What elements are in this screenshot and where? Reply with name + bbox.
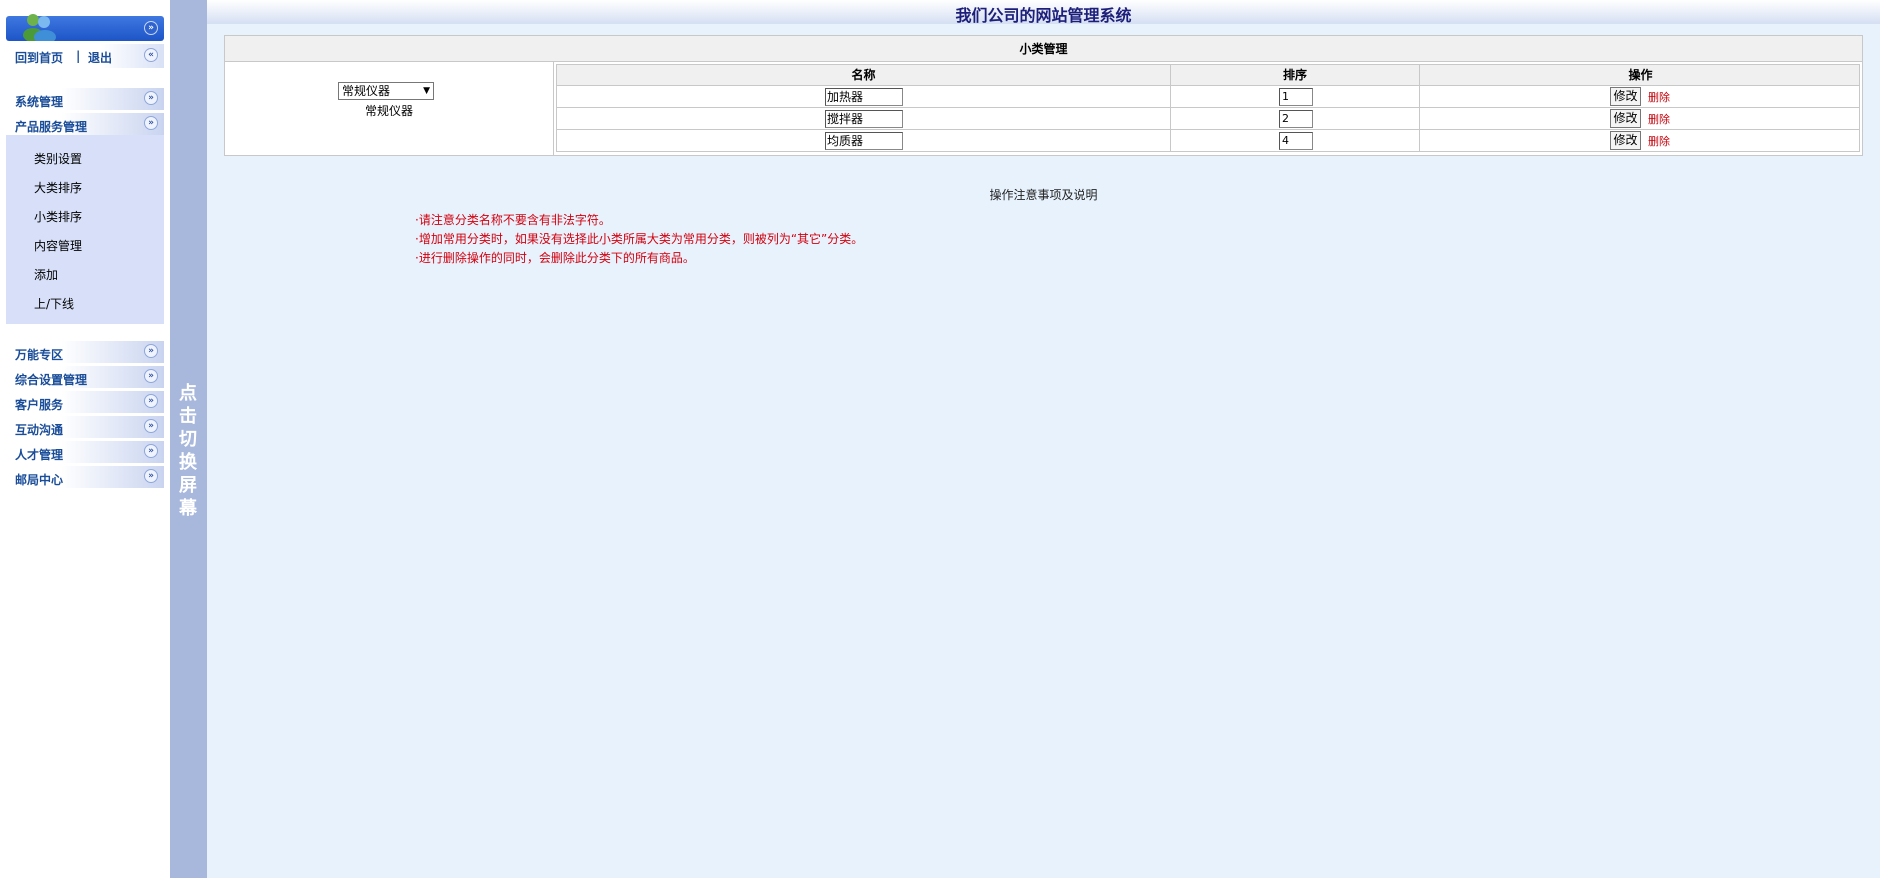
submenu-item[interactable]: 添加	[34, 266, 58, 283]
menu-section-label: 系统管理	[15, 95, 64, 109]
submenu-item[interactable]: 小类排序	[34, 208, 82, 225]
users-logo-icon	[23, 14, 56, 41]
menu-section-products[interactable]: 产品服务管理 »	[6, 113, 164, 135]
menu-section-universal[interactable]: 万能专区 »	[6, 341, 164, 363]
order-cell: 4	[1171, 130, 1420, 151]
subcategory-panel: 小类管理 常规仪器 ▼ 常规仪器 名称 排序 操作 加热器 1 修改 删除 搅拌…	[224, 35, 1863, 156]
menu-section-interaction[interactable]: 互动沟通 »	[6, 416, 164, 438]
chevron-down-icon: »	[144, 116, 158, 130]
products-submenu: 类别设置 大类排序 小类排序 内容管理 添加 上/下线	[6, 135, 164, 324]
chevron-down-icon: »	[144, 369, 158, 383]
quick-links: 回到首页 | 退出 «	[6, 44, 164, 68]
submenu-item[interactable]: 类别设置	[34, 150, 82, 167]
order-cell: 2	[1171, 108, 1420, 129]
column-header-actions: 操作	[1628, 68, 1653, 82]
order-cell: 1	[1171, 86, 1420, 107]
splitter-text: 点击切换屏幕	[179, 383, 197, 519]
logout-link[interactable]: 退出	[88, 49, 112, 66]
order-input[interactable]: 4	[1279, 132, 1313, 150]
menu-section-label: 客户服务	[15, 398, 64, 412]
table-header: 名称 排序 操作	[556, 64, 1860, 86]
category-select-value: 常规仪器	[342, 84, 391, 98]
note-item: ·请注意分类名称不要含有非法字符。	[415, 213, 611, 227]
note-item: ·进行删除操作的同时，会删除此分类下的所有商品。	[415, 251, 695, 265]
link-separator: |	[76, 49, 81, 63]
menu-section-label: 互动沟通	[15, 423, 64, 437]
menu-section-label: 邮局中心	[15, 473, 64, 487]
submenu-item[interactable]: 内容管理	[34, 237, 82, 254]
delete-link[interactable]: 删除	[1648, 111, 1670, 127]
left-menu: » 回到首页 | 退出 « 系统管理 » 产品服务管理 » 类别设置 大类排序 …	[0, 0, 170, 878]
category-label: 常规仪器	[365, 104, 414, 118]
chevron-down-icon: »	[144, 344, 158, 358]
name-cell: 搅拌器	[557, 108, 1171, 129]
name-input[interactable]: 搅拌器	[825, 110, 903, 128]
delete-link[interactable]: 删除	[1648, 133, 1670, 149]
note-item: ·增加常用分类时，如果没有选择此小类所属大类为常用分类，则被列为“其它”分类。	[415, 232, 864, 246]
hide-menu-icon[interactable]: «	[144, 48, 158, 62]
menu-section-customer[interactable]: 客户服务 »	[6, 391, 164, 413]
title-bar: 我们公司的网站管理系统	[207, 0, 1880, 25]
menu-section-mail[interactable]: 邮局中心 »	[6, 466, 164, 488]
column-header-order: 排序	[1171, 65, 1420, 85]
table-row: 加热器 1 修改 删除	[556, 86, 1860, 108]
panel-title: 小类管理	[225, 36, 1862, 62]
main-content: 我们公司的网站管理系统 小类管理 常规仪器 ▼ 常规仪器 名称 排序 操作 加热…	[207, 0, 1880, 878]
chevron-down-icon: »	[144, 419, 158, 433]
menu-section-label: 综合设置管理	[15, 373, 88, 387]
table-row: 均质器 4 修改 删除	[556, 130, 1860, 152]
menu-section-system[interactable]: 系统管理 »	[6, 88, 164, 110]
category-selector-cell: 常规仪器 ▼ 常规仪器	[225, 62, 554, 156]
menu-section-label: 人才管理	[15, 448, 64, 462]
category-select[interactable]: 常规仪器 ▼	[338, 82, 434, 100]
submenu-item[interactable]: 上/下线	[34, 295, 74, 312]
name-input[interactable]: 均质器	[825, 132, 903, 150]
order-input[interactable]: 1	[1279, 88, 1313, 106]
chevron-down-icon: »	[144, 394, 158, 408]
home-link[interactable]: 回到首页	[15, 49, 63, 66]
collapse-all-icon[interactable]: »	[144, 21, 158, 35]
table-row: 搅拌器 2 修改 删除	[556, 108, 1860, 130]
menu-section-settings[interactable]: 综合设置管理 »	[6, 366, 164, 388]
actions-cell: 修改 删除	[1420, 86, 1861, 107]
name-cell: 均质器	[557, 130, 1171, 151]
name-cell: 加热器	[557, 86, 1171, 107]
order-input[interactable]: 2	[1279, 110, 1313, 128]
page-title: 我们公司的网站管理系统	[955, 6, 1132, 25]
menu-section-label: 产品服务管理	[15, 120, 88, 134]
edit-button[interactable]: 修改	[1610, 109, 1641, 128]
submenu-item[interactable]: 大类排序	[34, 179, 82, 196]
delete-link[interactable]: 删除	[1648, 89, 1670, 105]
edit-button[interactable]: 修改	[1610, 87, 1641, 106]
name-input[interactable]: 加热器	[825, 88, 903, 106]
chevron-down-icon: »	[144, 91, 158, 105]
edit-button[interactable]: 修改	[1610, 131, 1641, 150]
screen-toggle-splitter[interactable]: 点击切换屏幕	[170, 0, 207, 878]
menu-banner: »	[6, 14, 164, 41]
menu-section-talent[interactable]: 人才管理 »	[6, 441, 164, 463]
chevron-down-icon: »	[144, 444, 158, 458]
actions-cell: 修改 删除	[1420, 130, 1861, 151]
dropdown-arrow-icon: ▼	[423, 86, 430, 96]
menu-section-label: 万能专区	[15, 348, 64, 362]
column-header-name: 名称	[557, 65, 1171, 85]
notes-title: 操作注意事项及说明	[989, 188, 1098, 202]
chevron-down-icon: »	[144, 469, 158, 483]
actions-cell: 修改 删除	[1420, 108, 1861, 129]
